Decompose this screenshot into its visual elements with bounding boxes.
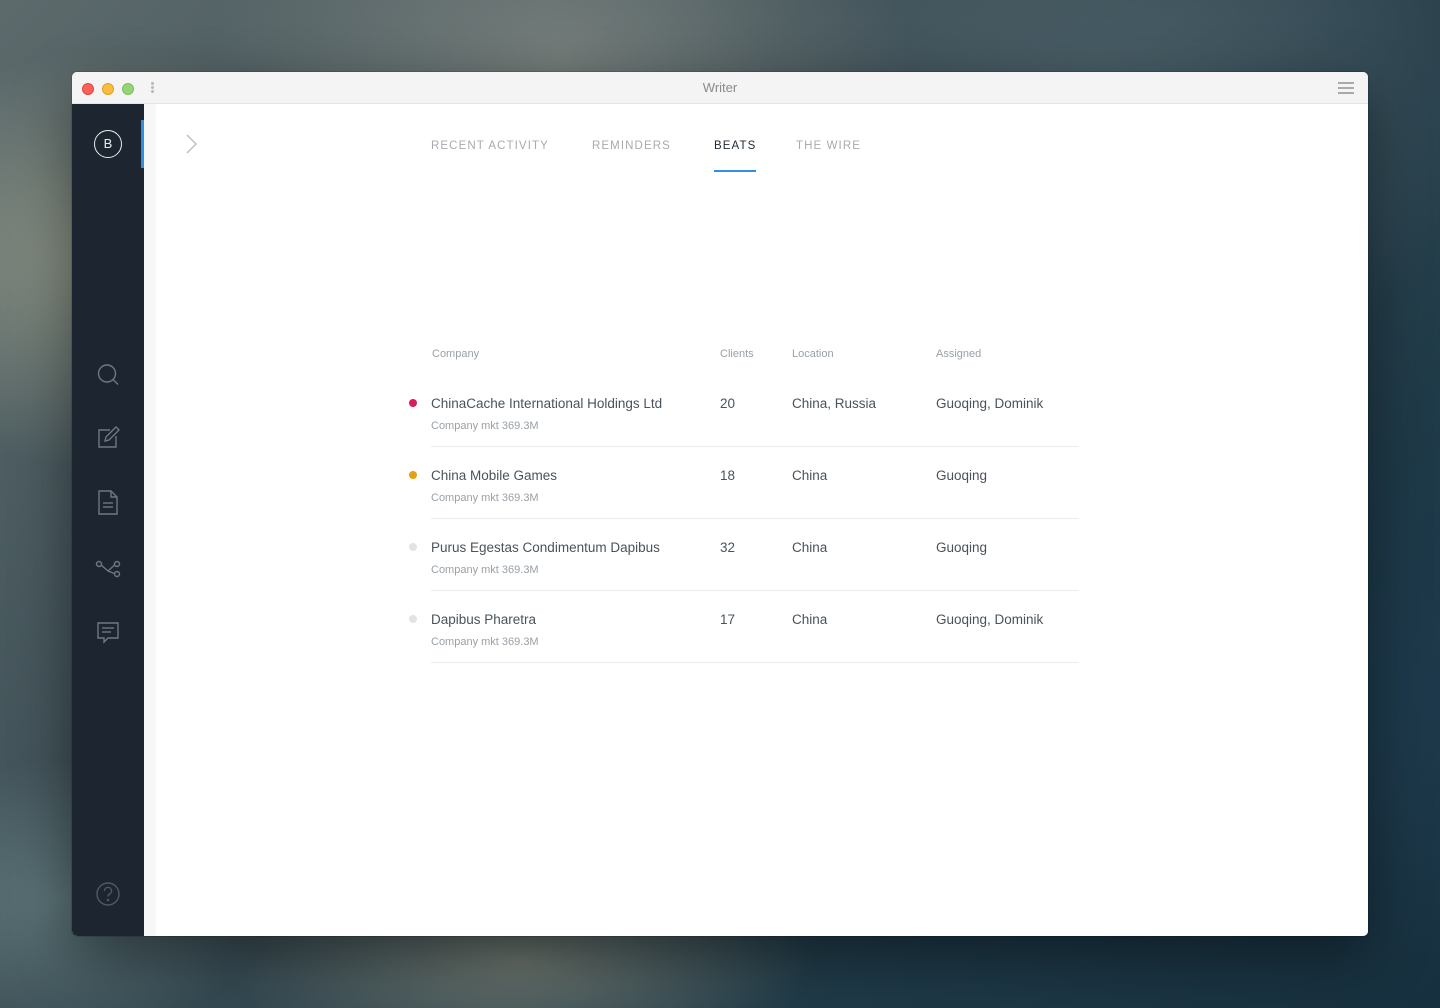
tab-reminders[interactable]: REMINDERS [592,140,671,170]
clients-count: 18 [720,468,736,483]
app-window: Writer B RECENT ACTIVITY REMINDERS BEATS… [72,72,1368,936]
search-icon[interactable] [94,361,122,389]
table-row[interactable]: Dapibus Pharetra Company mkt 369.3M 17 C… [409,591,1079,663]
title-bar: Writer [72,72,1368,104]
document-icon[interactable] [94,488,122,516]
company-name[interactable]: China Mobile Games [431,468,557,483]
compose-icon[interactable] [94,424,122,452]
location: China [792,612,828,627]
table-row[interactable]: Purus Egestas Condimentum Dapibus Compan… [409,519,1079,591]
table-row[interactable]: China Mobile Games Company mkt 369.3M 18… [409,447,1079,519]
status-dot [409,399,417,407]
column-header-assigned[interactable]: Assigned [936,348,981,360]
assigned: Guoqing [936,540,988,555]
tab-recent-activity[interactable]: RECENT ACTIVITY [431,140,549,170]
company-subtitle: Company mkt 369.3M [431,564,539,576]
column-header-company[interactable]: Company [432,348,479,360]
status-dot [409,543,417,551]
brand-logo[interactable]: B [94,130,122,158]
company-subtitle: Company mkt 369.3M [431,492,539,504]
window-title: Writer [702,80,738,95]
clients-count: 17 [720,612,736,627]
tab-the-wire[interactable]: THE WIRE [796,140,861,170]
clients-count: 32 [720,540,736,555]
tab-beats[interactable]: BEATS [714,140,757,172]
main-content: RECENT ACTIVITY REMINDERS BEATS THE WIRE… [156,104,1368,936]
company-name[interactable]: Dapibus Pharetra [431,612,536,627]
network-icon[interactable] [94,554,122,582]
location: China, Russia [792,396,877,411]
sidebar-gutter [144,104,156,936]
help-icon[interactable] [94,880,122,908]
company-subtitle: Company mkt 369.3M [431,420,539,432]
assigned: Guoqing, Dominik [936,612,1044,627]
clients-count: 20 [720,396,736,411]
status-dot [409,615,417,623]
location: China [792,540,828,555]
assigned: Guoqing, Dominik [936,396,1044,411]
chat-icon[interactable] [94,618,122,646]
company-subtitle: Company mkt 369.3M [431,636,539,648]
company-name[interactable]: Purus Egestas Condimentum Dapibus [431,540,660,555]
status-dot [409,471,417,479]
column-header-location[interactable]: Location [792,348,834,360]
menu-icon[interactable] [1338,82,1354,95]
table-row[interactable]: ChinaCache International Holdings Ltd Co… [409,375,1079,447]
sidebar: B [72,104,144,936]
column-header-clients[interactable]: Clients [720,348,754,360]
assigned: Guoqing [936,468,988,483]
location: China [792,468,828,483]
chevron-right-icon[interactable] [182,132,202,156]
company-name[interactable]: ChinaCache International Holdings Ltd [431,396,662,411]
